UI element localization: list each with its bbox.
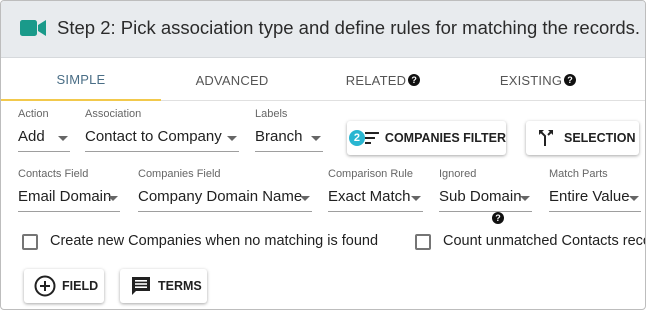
- comparison-rule-select[interactable]: Exact Match: [328, 188, 423, 212]
- labels-value: Branch: [255, 128, 303, 145]
- association-label: Association: [85, 108, 142, 120]
- action-field: Action Add: [18, 108, 70, 152]
- video-camera-icon: [20, 20, 46, 36]
- tab-label: EXISTING: [499, 72, 563, 88]
- ignored-label: Ignored: [439, 168, 477, 180]
- companies-filter-button[interactable]: 2 COMPANIES FILTER: [347, 121, 506, 155]
- contacts-field-select[interactable]: Email Domain: [18, 188, 120, 212]
- companies-field: Companies Field Company Domain Name: [138, 168, 312, 212]
- comparison-rule-value: Exact Match: [328, 188, 411, 205]
- count-unmatched-checkbox[interactable]: [415, 234, 431, 250]
- labels-label: Labels: [255, 108, 288, 120]
- contacts-field: Contacts Field Email Domain: [18, 168, 120, 212]
- match-parts-value: Entire Value: [549, 188, 630, 205]
- step-title: Step 2: Pick association type and define…: [57, 17, 641, 38]
- tab-existing[interactable]: EXISTING ?: [463, 59, 613, 101]
- dropdown-arrow-icon: [227, 136, 237, 141]
- tab-label: RELATED: [345, 72, 407, 88]
- association-select[interactable]: Contact to Company: [85, 128, 239, 152]
- add-field-button[interactable]: FIELD: [24, 269, 104, 303]
- ignored-field: Ignored Sub Domain: [439, 168, 532, 212]
- comparison-rule-label: Comparison Rule: [328, 168, 413, 180]
- selection-label: SELECTION: [564, 131, 636, 145]
- dropdown-arrow-icon: [629, 196, 639, 201]
- action-label: Action: [18, 108, 49, 120]
- match-parts-label: Match Parts: [549, 168, 608, 180]
- field-button-label: FIELD: [62, 279, 99, 293]
- count-unmatched-label: Count unmatched Contacts reco: [443, 233, 646, 249]
- tab-advanced[interactable]: ADVANCED: [161, 59, 303, 101]
- dropdown-arrow-icon: [58, 136, 68, 141]
- companies-field-value: Company Domain Name: [138, 188, 303, 205]
- labels-select[interactable]: Branch: [255, 128, 323, 152]
- comparison-rule-field: Comparison Rule Exact Match: [328, 168, 423, 212]
- terms-button[interactable]: TERMS: [120, 269, 207, 303]
- selection-button[interactable]: SELECTION: [526, 121, 639, 155]
- tab-label: ADVANCED: [195, 72, 269, 88]
- call-split-icon: [539, 130, 553, 146]
- help-icon[interactable]: ?: [492, 212, 504, 224]
- dropdown-arrow-icon: [311, 136, 321, 141]
- dropdown-arrow-icon: [520, 196, 530, 201]
- tab-label: SIMPLE: [56, 71, 106, 87]
- step-header: Step 2: Pick association type and define…: [1, 1, 645, 58]
- dropdown-arrow-icon: [108, 196, 118, 201]
- comment-icon: [132, 277, 150, 295]
- help-icon[interactable]: ?: [408, 74, 421, 86]
- ignored-select[interactable]: Sub Domain: [439, 188, 532, 212]
- association-value: Contact to Company: [85, 128, 222, 145]
- action-value: Add: [18, 128, 45, 145]
- match-parts-field: Match Parts Entire Value: [549, 168, 641, 212]
- tab-bar: SIMPLE ADVANCED RELATED ? EXISTING ?: [1, 59, 645, 101]
- ignored-value: Sub Domain: [439, 188, 522, 205]
- companies-field-label: Companies Field: [138, 168, 221, 180]
- contacts-field-value: Email Domain: [18, 188, 112, 205]
- add-circle-icon: [34, 275, 56, 297]
- companies-filter-label: COMPANIES FILTER: [384, 131, 506, 145]
- contacts-field-label: Contacts Field: [18, 168, 89, 180]
- step-panel: Step 2: Pick association type and define…: [0, 0, 646, 310]
- create-new-checkbox[interactable]: [22, 234, 38, 250]
- terms-button-label: TERMS: [158, 279, 202, 293]
- companies-field-select[interactable]: Company Domain Name: [138, 188, 312, 212]
- dropdown-arrow-icon: [411, 196, 421, 201]
- create-new-label: Create new Companies when no matching is…: [50, 233, 379, 249]
- tab-related[interactable]: RELATED ?: [303, 59, 463, 101]
- action-select[interactable]: Add: [18, 128, 70, 152]
- tab-simple[interactable]: SIMPLE: [1, 59, 161, 101]
- help-icon[interactable]: ?: [564, 74, 577, 86]
- labels-field: Labels Branch: [255, 108, 323, 152]
- match-parts-select[interactable]: Entire Value: [549, 188, 641, 212]
- dropdown-arrow-icon: [300, 196, 310, 201]
- filter-icon: [364, 132, 379, 144]
- association-field: Association Contact to Company: [85, 108, 239, 152]
